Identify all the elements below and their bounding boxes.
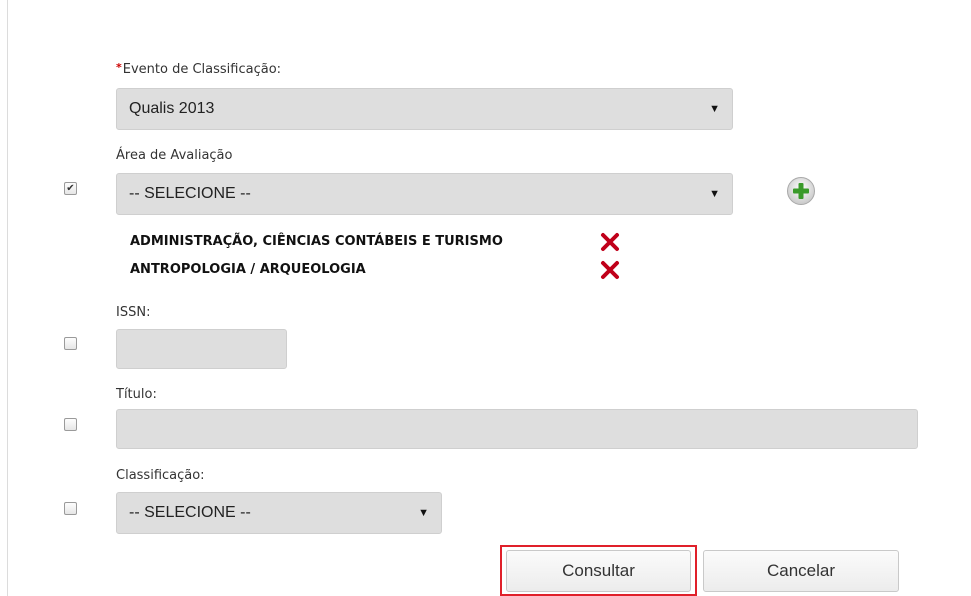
classificacao-select[interactable]: -- SELECIONE -- ▼: [116, 492, 442, 534]
area-select[interactable]: -- SELECIONE -- ▼: [116, 173, 733, 215]
evento-select[interactable]: Qualis 2013 ▼: [116, 88, 733, 130]
remove-x-icon[interactable]: [599, 259, 621, 281]
plus-circle-icon[interactable]: [786, 176, 816, 206]
area-checkbox[interactable]: ✔: [64, 182, 77, 195]
issn-label: ISSN:: [116, 305, 151, 320]
classificacao-label: Classificação:: [116, 468, 205, 483]
issn-checkbox[interactable]: [64, 337, 77, 350]
consultar-button[interactable]: Consultar: [506, 550, 691, 592]
remove-x-icon[interactable]: [599, 231, 621, 253]
evento-select-value: Qualis 2013: [129, 100, 215, 117]
dropdown-arrow-icon: ▼: [709, 188, 720, 200]
search-form-page: *Evento de Classificação: Qualis 2013 ▼ …: [0, 0, 971, 596]
titulo-input[interactable]: [116, 409, 918, 449]
area-label: Área de Avaliação: [116, 148, 233, 163]
required-mark: *: [116, 61, 122, 74]
classificacao-select-value: -- SELECIONE --: [129, 504, 251, 521]
dropdown-arrow-icon: ▼: [709, 103, 720, 115]
left-divider: [7, 0, 8, 596]
titulo-checkbox[interactable]: [64, 418, 77, 431]
issn-input[interactable]: [116, 329, 287, 369]
cancelar-button[interactable]: Cancelar: [703, 550, 899, 592]
classificacao-checkbox[interactable]: [64, 502, 77, 515]
area-select-value: -- SELECIONE --: [129, 185, 251, 202]
selected-area-item: ADMINISTRAÇÃO, CIÊNCIAS CONTÁBEIS E TURI…: [130, 234, 503, 249]
titulo-label: Título:: [116, 387, 157, 402]
selected-area-item: ANTROPOLOGIA / ARQUEOLOGIA: [130, 262, 366, 277]
evento-label: *Evento de Classificação:: [116, 61, 282, 77]
dropdown-arrow-icon: ▼: [418, 507, 429, 519]
